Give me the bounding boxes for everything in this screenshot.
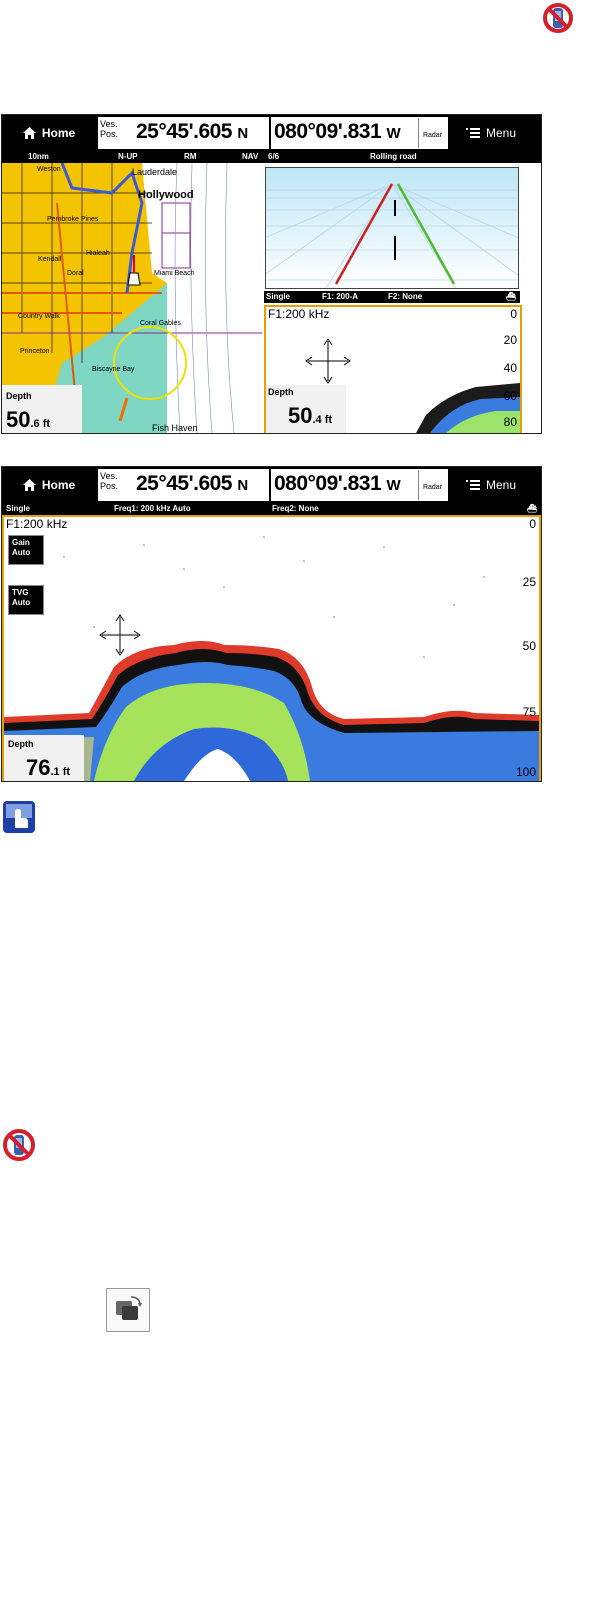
depth-value: 76.1 ft [26, 755, 71, 780]
sonar-mode: Single [6, 504, 31, 513]
menu-label: Menu [485, 126, 517, 140]
map-label: Miami Beach [154, 270, 195, 277]
sonar-depth-value: 50.4 ft [288, 403, 333, 428]
boat-icon: ⛴ [505, 292, 516, 301]
sonar-frequency: F1:200 kHz [6, 517, 68, 531]
depth-scale-40: 40 [503, 361, 517, 375]
map-label: Kendall [38, 256, 62, 263]
home-icon [22, 127, 36, 139]
frequency-1: F1: 200-A [322, 292, 359, 301]
no-touch-icon [2, 1128, 36, 1162]
depth-label: Depth [8, 739, 34, 749]
gain-button[interactable]: Gain Auto [8, 535, 44, 565]
tvg-title: TVG [12, 588, 29, 597]
home-label: Home [41, 478, 76, 492]
chart-sonar-split-screen: Home Ves. Pos. 25°45'.605 N 080°09'.831 W… [1, 114, 542, 434]
switch-window-icon [116, 1296, 142, 1320]
touch-icon [2, 800, 36, 834]
menu-icon [465, 480, 480, 490]
vessel-position: Ves. Pos. 25°45'.605 N 080°09'.831 W Rada… [98, 117, 448, 149]
sonar-info-bar: Single Freq1: 200 kHz Auto Freq2: None ⛴ [2, 503, 541, 515]
frequency-2: Freq2: None [272, 504, 319, 513]
longitude: 080°09'.831 W [274, 472, 401, 495]
no-touch-icon [542, 2, 574, 34]
tvg-value: Auto [12, 598, 31, 607]
chart-info-bar: 10nm N-UP RM NAV 6/6 Rolling road [2, 151, 541, 163]
map-label: Fish Haven [152, 423, 198, 433]
depth-scale-75: 75 [522, 705, 536, 719]
map-label: Biscayne Bay [92, 366, 135, 373]
vessel-position: Ves. Pos. 25°45'.605 N 080°09'.831 W Rada… [98, 469, 448, 501]
range: 10nm [28, 152, 49, 161]
sonar-fullscreen: Home Ves. Pos. 25°45'.605 N 080°09'.831 W… [1, 466, 542, 782]
map-label: Hollywood [138, 189, 194, 201]
sonar-info-bar: Single F1: 200-A F2: None ⛴ [264, 291, 520, 303]
chart-depth-label: Depth [6, 391, 32, 401]
sonar-mode: Single [266, 292, 291, 301]
map-label: Coral Gables [140, 320, 181, 327]
sonar-display[interactable]: F1:200 kHz Gain Auto TVG Auto 0 25 50 75… [2, 515, 541, 781]
page-indicator: 6/6 [268, 152, 280, 161]
home-icon [22, 479, 36, 491]
depth-scale-50: 50 [522, 639, 536, 653]
nav-mode: NAV [242, 152, 259, 161]
sonar-frequency: F1:200 kHz [268, 307, 330, 321]
depth-scale-25: 25 [522, 575, 536, 589]
gain-title: Gain [12, 538, 30, 547]
menu-button[interactable]: Menu [449, 119, 533, 147]
menu-label: Menu [485, 478, 517, 492]
depth-scale-60: 60 [503, 389, 517, 403]
home-button[interactable]: Home [8, 119, 90, 147]
map-label: Hialeah [86, 250, 110, 257]
map-label: Princeton [20, 348, 50, 355]
tvg-button[interactable]: TVG Auto [8, 585, 44, 615]
sonar-depth-label: Depth [268, 387, 294, 397]
home-label: Home [41, 126, 76, 140]
depth-scale-100: 100 [515, 765, 536, 779]
radar-status[interactable]: Radar [418, 118, 446, 148]
position-label: Ves. Pos. [100, 471, 119, 491]
depth-scale-0: 0 [510, 307, 517, 321]
map-label: Weston [37, 166, 61, 173]
menu-icon [465, 128, 480, 138]
depth-scale-80: 80 [503, 415, 517, 429]
chart-pane[interactable]: Depth 50.6 ft Lauderdale Hollywood Pembr… [2, 163, 262, 433]
position-label: Ves. Pos. [100, 119, 119, 139]
longitude: 080°09'.831 W [274, 120, 401, 143]
top-bar: Home Ves. Pos. 25°45'.605 N 080°09'.831 W… [2, 115, 541, 151]
depth-scale-20: 20 [503, 333, 517, 347]
frequency-2: F2: None [388, 292, 423, 301]
latitude: 25°45'.605 N [136, 120, 248, 143]
divider [269, 469, 271, 501]
view-name: Rolling road [370, 152, 417, 161]
sonar-pane[interactable]: F1:200 kHz 0 20 40 60 80 Depth 50.4 ft [264, 305, 522, 433]
gain-value: Auto [12, 548, 31, 557]
menu-button[interactable]: Menu [449, 471, 533, 499]
radar-status[interactable]: Radar [418, 470, 446, 500]
map-label: Lauderdale [132, 167, 177, 177]
motion-mode: RM [184, 152, 197, 161]
map-label: Doral [67, 270, 84, 277]
switch-window-button[interactable] [106, 1288, 150, 1332]
rolling-road-pane[interactable] [265, 167, 519, 289]
orientation: N-UP [118, 152, 138, 161]
top-bar: Home Ves. Pos. 25°45'.605 N 080°09'.831 W… [2, 467, 541, 503]
home-button[interactable]: Home [8, 471, 90, 499]
latitude: 25°45'.605 N [136, 472, 248, 495]
map-label: Country Walk [18, 313, 60, 320]
depth-scale-0: 0 [529, 517, 536, 531]
map-label: Pembroke Pines [47, 216, 99, 223]
boat-icon: ⛴ [526, 504, 537, 513]
divider [269, 117, 271, 149]
frequency-1: Freq1: 200 kHz Auto [114, 504, 191, 513]
